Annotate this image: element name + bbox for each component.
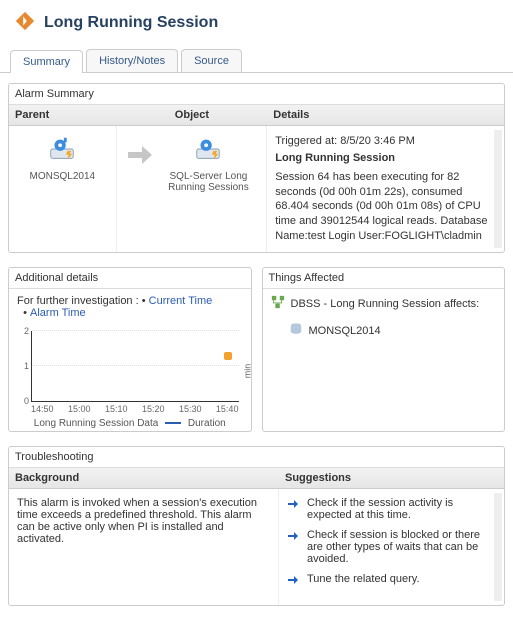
- col-header-suggestions: Suggestions: [279, 468, 504, 489]
- affected-child[interactable]: MONSQL2014: [289, 322, 497, 339]
- tree-icon: [271, 295, 285, 312]
- chart-point: [224, 352, 232, 360]
- additional-details-title: Additional details: [9, 268, 251, 289]
- suggestions-list: Check if the session activity is expecte…: [279, 489, 504, 605]
- details-triggered: Triggered at: 8/5/20 3:46 PM: [275, 134, 496, 149]
- link-alarm-time[interactable]: Alarm Time: [30, 307, 86, 319]
- details-body: Session 64 has been executing for 82 sec…: [275, 170, 496, 244]
- object-cell[interactable]: SQL-Server Long Running Sessions: [117, 126, 268, 252]
- things-affected-title: Things Affected: [263, 268, 505, 289]
- page-header: Long Running Session: [0, 0, 513, 49]
- col-header-object: Object: [117, 105, 268, 126]
- alarm-summary-title: Alarm Summary: [9, 84, 504, 105]
- parent-cell[interactable]: MONSQL2014: [9, 126, 117, 252]
- tab-strip: Summary History/Notes Source: [0, 49, 513, 73]
- things-affected-panel: Things Affected DBSS - Long Running Sess…: [262, 267, 506, 432]
- tab-summary[interactable]: Summary: [10, 50, 83, 73]
- additional-links-row: For further investigation : • Current Ti…: [9, 289, 251, 325]
- x-axis-ticks: 14:5015:0015:1015:2015:3015:40: [31, 404, 239, 414]
- arrow-icon: [287, 573, 299, 589]
- tab-history-notes[interactable]: History/Notes: [86, 49, 178, 72]
- details-title: Long Running Session: [275, 151, 496, 166]
- arrow-right-icon: [125, 134, 155, 167]
- troubleshooting-title: Troubleshooting: [9, 447, 504, 468]
- suggestion-3: Tune the related query.: [287, 573, 496, 589]
- suggestions-scrollbar[interactable]: [494, 493, 502, 601]
- col-header-parent: Parent: [9, 105, 117, 126]
- suggestion-1: Check if the session activity is expecte…: [287, 497, 496, 521]
- tab-source[interactable]: Source: [181, 49, 242, 72]
- col-header-background: Background: [9, 468, 279, 489]
- alarm-summary-panel: Alarm Summary Parent Object Details MONS…: [8, 83, 505, 253]
- alarm-icon: [14, 10, 44, 35]
- affected-root[interactable]: DBSS - Long Running Session affects:: [271, 295, 497, 312]
- duration-chart: 0 1 2 min 14:5015:0015:1015:2015:3015:40…: [9, 325, 251, 431]
- arrow-icon: [287, 529, 299, 545]
- troubleshooting-panel: Troubleshooting Background Suggestions T…: [8, 446, 505, 606]
- additional-details-panel: Additional details For further investiga…: [8, 267, 252, 432]
- details-scrollbar[interactable]: [494, 130, 502, 248]
- page-title: Long Running Session: [44, 14, 218, 32]
- chart-caption: Long Running Session Data Duration: [21, 418, 239, 429]
- suggestion-2: Check if session is blocked or there are…: [287, 529, 496, 565]
- server-icon: [47, 155, 77, 167]
- session-icon: [193, 155, 223, 167]
- affected-root-label: DBSS - Long Running Session affects:: [291, 298, 480, 310]
- link-current-time[interactable]: Current Time: [149, 295, 213, 307]
- legend-swatch: [165, 422, 181, 424]
- database-icon: [289, 322, 303, 339]
- affected-child-label: MONSQL2014: [309, 325, 381, 337]
- background-text: This alarm is invoked when a session's e…: [9, 489, 279, 605]
- col-header-details: Details: [267, 105, 504, 126]
- details-cell: Triggered at: 8/5/20 3:46 PM Long Runnin…: [267, 126, 504, 252]
- y-axis-unit: min: [242, 364, 251, 379]
- additional-prefix: For further investigation :: [17, 295, 142, 307]
- parent-label: MONSQL2014: [17, 171, 108, 182]
- arrow-icon: [287, 497, 299, 513]
- object-label: SQL-Server Long Running Sessions: [159, 171, 259, 193]
